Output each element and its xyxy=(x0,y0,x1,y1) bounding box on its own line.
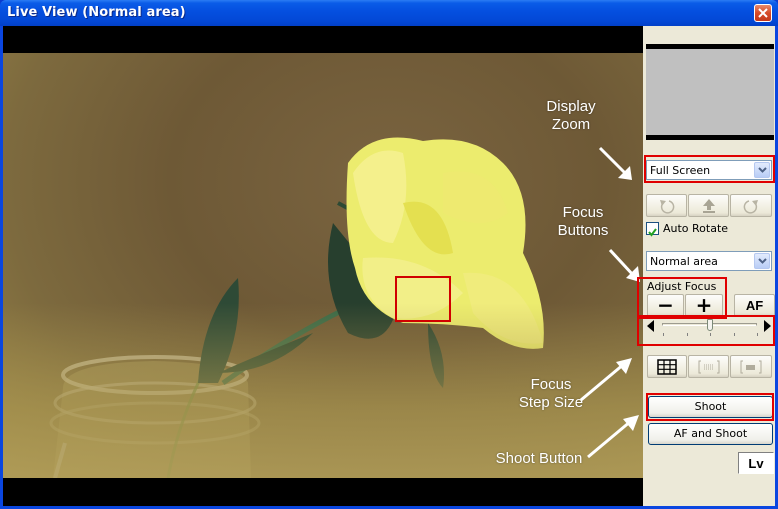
live-view-image-area[interactable]: Display Zoom Focus Buttons Focus Step Si… xyxy=(3,26,643,506)
arrow-icon xyxy=(580,358,632,402)
upload-icon xyxy=(702,199,715,213)
area-select[interactable]: Normal area xyxy=(646,251,772,271)
highlight-focus-buttons xyxy=(637,277,727,319)
control-panel: Full Screen Auto Rotate Normal area Adju… xyxy=(637,26,775,506)
client-area: Display Zoom Focus Buttons Focus Step Si… xyxy=(3,26,775,506)
annotation-text: Buttons xyxy=(557,222,609,239)
highlight-focus-step xyxy=(637,315,775,346)
rotate-right-button[interactable] xyxy=(730,194,772,217)
title-bar[interactable]: Live View (Normal area) xyxy=(0,0,778,26)
wb-frame-icon xyxy=(740,360,762,374)
rotate-left-button[interactable] xyxy=(646,194,687,217)
rotate-right-icon xyxy=(743,200,758,214)
annotation-shoot-button: Shoot Button xyxy=(495,450,583,467)
af-focus-frame[interactable] xyxy=(395,276,451,322)
annotation-text: Display xyxy=(546,98,596,115)
area-value: Normal area xyxy=(650,255,718,268)
auto-rotate-checkbox[interactable] xyxy=(646,222,659,237)
annotation-display-zoom: Display Zoom xyxy=(541,98,601,134)
upload-button[interactable] xyxy=(688,194,729,217)
highlight-display-zoom xyxy=(644,155,775,183)
close-icon xyxy=(758,8,768,18)
close-button[interactable] xyxy=(754,4,772,22)
rotate-left-icon xyxy=(659,200,674,214)
live-view-indicator[interactable]: Lv xyxy=(738,452,774,474)
white-balance-frame-button[interactable] xyxy=(730,355,772,378)
annotation-focus-buttons: Focus Buttons xyxy=(551,204,615,240)
window-title: Live View (Normal area) xyxy=(7,5,186,20)
chevron-down-icon xyxy=(758,258,767,264)
highlight-shoot xyxy=(646,393,774,421)
dropdown-button[interactable] xyxy=(754,253,770,269)
checkmark-icon xyxy=(648,228,657,237)
grid-icon xyxy=(657,359,677,375)
arrow-icon xyxy=(587,415,639,459)
arrow-icon xyxy=(598,146,632,180)
annotation-text: Focus xyxy=(562,204,604,221)
grid-button[interactable] xyxy=(647,355,687,378)
focus-frame-button[interactable] xyxy=(688,355,729,378)
af-button[interactable]: AF xyxy=(734,294,775,317)
auto-rotate-label: Auto Rotate xyxy=(663,222,729,235)
navigator-preview[interactable] xyxy=(646,44,774,140)
live-view-window: Live View (Normal area) Display Zoom Foc… xyxy=(0,0,778,509)
annotation-text: Zoom xyxy=(551,116,591,133)
focus-frame-icon xyxy=(698,360,719,374)
af-and-shoot-button[interactable]: AF and Shoot xyxy=(648,423,773,445)
